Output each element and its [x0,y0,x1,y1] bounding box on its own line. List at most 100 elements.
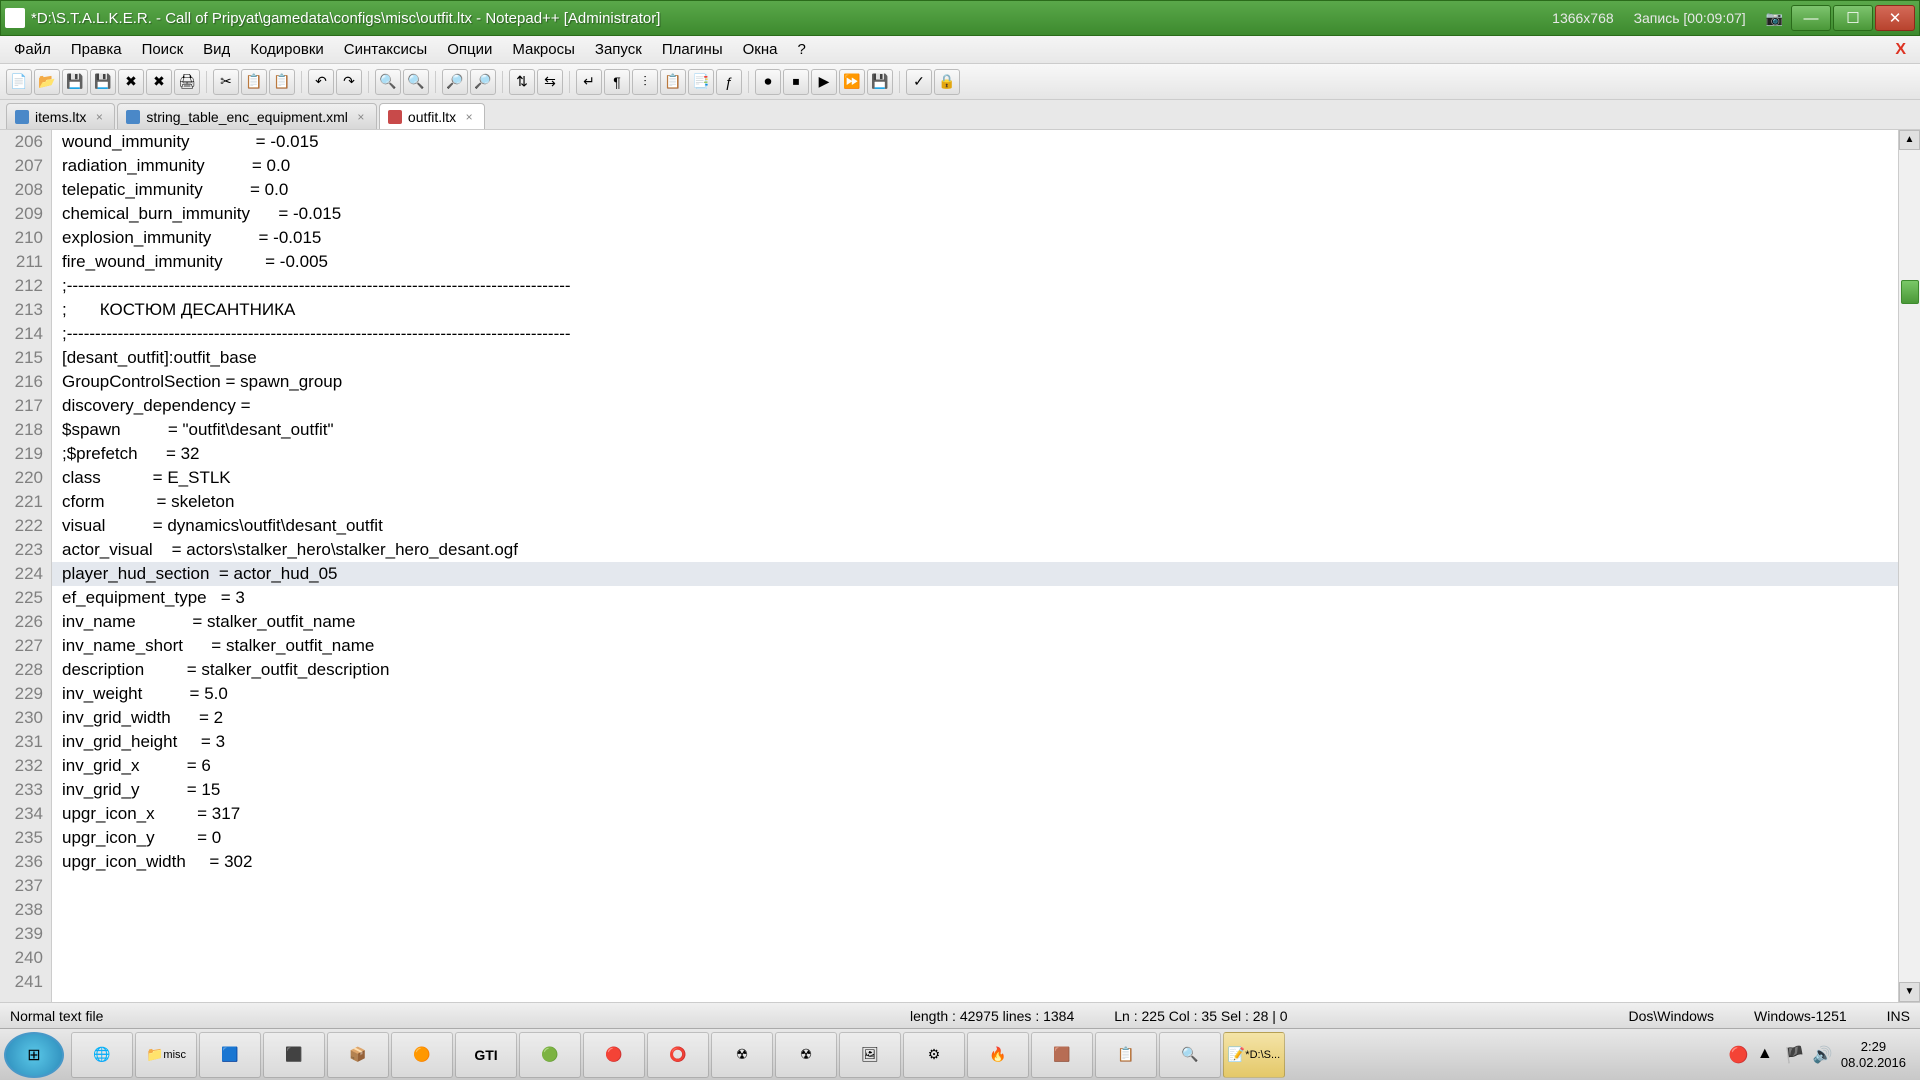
funclist-button[interactable]: ƒ [716,69,742,95]
taskbar-app6[interactable]: 📋 [1095,1032,1157,1078]
new-file-button[interactable]: 📄 [6,69,32,95]
code-line[interactable]: ef_equipment_type = 3 [52,586,1898,610]
tab-close-icon[interactable]: × [92,110,106,124]
menu-encoding[interactable]: Кодировки [240,37,333,62]
tab-items[interactable]: items.ltx × [6,103,115,129]
paste-button[interactable]: 📋 [269,69,295,95]
start-button[interactable]: ⊞ [4,1032,64,1078]
open-file-button[interactable]: 📂 [34,69,60,95]
cut-button[interactable]: ✂ [213,69,239,95]
code-line[interactable]: chemical_burn_immunity = -0.015 [52,202,1898,226]
code-line[interactable]: ;$prefetch = 32 [52,442,1898,466]
taskbar-skype[interactable]: 🟦 [199,1032,261,1078]
taskbar-radiation[interactable]: ☢ [711,1032,773,1078]
code-line[interactable]: inv_name_short = stalker_outfit_name [52,634,1898,658]
docmap-button[interactable]: 📑 [688,69,714,95]
taskbar-explorer[interactable]: 📁misc [135,1032,197,1078]
code-line[interactable]: telepatic_immunity = 0.0 [52,178,1898,202]
code-line[interactable]: ; КОСТЮМ ДЕСАНТНИКА [52,298,1898,322]
show-all-chars-button[interactable]: ¶ [604,69,630,95]
minimize-button[interactable]: — [1791,5,1831,31]
code-line[interactable]: inv_weight = 5.0 [52,682,1898,706]
tab-outfit[interactable]: outfit.ltx × [379,103,485,129]
code-line[interactable]: GroupControlSection = spawn_group [52,370,1898,394]
menu-syntax[interactable]: Синтаксисы [334,37,437,62]
print-button[interactable]: 🖨 [174,69,200,95]
menu-plugins[interactable]: Плагины [652,37,733,62]
userdeflang-button[interactable]: 📋 [660,69,686,95]
maximize-button[interactable]: ☐ [1833,5,1873,31]
zoom-in-button[interactable]: 🔎 [442,69,468,95]
code-line[interactable]: discovery_dependency = [52,394,1898,418]
macro-play-button[interactable]: ▶ [811,69,837,95]
code-line[interactable]: actor_visual = actors\stalker_hero\stalk… [52,538,1898,562]
spellcheck-next-button[interactable]: 🔒 [934,69,960,95]
code-line[interactable]: wound_immunity = -0.015 [52,130,1898,154]
scroll-thumb[interactable] [1901,280,1919,304]
wordwrap-button[interactable]: ↵ [576,69,602,95]
sync-v-button[interactable]: ⇅ [509,69,535,95]
code-line[interactable]: inv_name = stalker_outfit_name [52,610,1898,634]
menu-close-x[interactable]: X [1885,37,1916,63]
tab-close-icon[interactable]: × [354,110,368,124]
menu-search[interactable]: Поиск [132,37,194,62]
menu-macros[interactable]: Макросы [502,37,585,62]
indent-guide-button[interactable]: ⫶ [632,69,658,95]
tray-record-icon[interactable]: 🔴 [1729,1045,1749,1065]
taskbar-blender[interactable]: 🟠 [391,1032,453,1078]
taskbar-app5[interactable]: 🔥 [967,1032,1029,1078]
code-line[interactable]: description = stalker_outfit_description [52,658,1898,682]
code-line[interactable]: upgr_icon_y = 0 [52,826,1898,850]
taskbar-ie[interactable]: 🌐 [71,1032,133,1078]
code-line[interactable]: explosion_immunity = -0.015 [52,226,1898,250]
taskbar-app1[interactable]: ⬛ [263,1032,325,1078]
tray-show-hidden-icon[interactable]: ▲ [1757,1045,1777,1065]
menu-windows[interactable]: Окна [733,37,788,62]
code-line[interactable]: ;---------------------------------------… [52,274,1898,298]
redo-button[interactable]: ↷ [336,69,362,95]
code-line[interactable]: inv_grid_y = 15 [52,778,1898,802]
menu-edit[interactable]: Правка [61,37,132,62]
taskbar-notepadpp[interactable]: 📝*D:\S... [1223,1032,1285,1078]
menu-view[interactable]: Вид [193,37,240,62]
find-button[interactable]: 🔍 [375,69,401,95]
code-line[interactable]: [desant_outfit]:outfit_base [52,346,1898,370]
taskbar-gti[interactable]: GTI [455,1032,517,1078]
taskbar-opera[interactable]: 🔴 [583,1032,645,1078]
code-line[interactable]: class = E_STLK [52,466,1898,490]
tray-flag-icon[interactable]: 🏴 [1785,1045,1805,1065]
save-all-button[interactable]: 💾 [90,69,116,95]
tray-clock[interactable]: 2:29 08.02.2016 [1841,1039,1906,1071]
taskbar-record[interactable]: ⭕ [647,1032,709,1078]
taskbar-images[interactable]: 🖼 [839,1032,901,1078]
zoom-out-button[interactable]: 🔎 [470,69,496,95]
code-line[interactable]: upgr_icon_x = 317 [52,802,1898,826]
tray-volume-icon[interactable]: 🔊 [1813,1045,1833,1065]
taskbar-app2[interactable]: 📦 [327,1032,389,1078]
code-line[interactable]: upgr_icon_width = 302 [52,850,1898,874]
close-all-button[interactable]: ✖ [146,69,172,95]
undo-button[interactable]: ↶ [308,69,334,95]
macro-save-button[interactable]: 💾 [867,69,893,95]
taskbar-app7[interactable]: 🔍 [1159,1032,1221,1078]
scroll-up-arrow[interactable]: ▲ [1899,130,1920,150]
code-line[interactable]: fire_wound_immunity = -0.005 [52,250,1898,274]
close-file-button[interactable]: ✖ [118,69,144,95]
copy-button[interactable]: 📋 [241,69,267,95]
replace-button[interactable]: 🔍 [403,69,429,95]
code-line[interactable]: radiation_immunity = 0.0 [52,154,1898,178]
tab-close-icon[interactable]: × [462,110,476,124]
macro-stop-button[interactable]: ⏹ [783,69,809,95]
menu-help[interactable]: ? [787,37,815,62]
tab-string-table[interactable]: string_table_enc_equipment.xml × [117,103,377,129]
code-line[interactable]: player_hud_section = actor_hud_05 [52,562,1898,586]
save-button[interactable]: 💾 [62,69,88,95]
code-line[interactable]: ;---------------------------------------… [52,322,1898,346]
code-line[interactable]: visual = dynamics\outfit\desant_outfit [52,514,1898,538]
taskbar-minecraft[interactable]: 🟫 [1031,1032,1093,1078]
macro-record-button[interactable]: ⏺ [755,69,781,95]
menu-options[interactable]: Опции [437,37,502,62]
code-line[interactable]: cform = skeleton [52,490,1898,514]
menu-run[interactable]: Запуск [585,37,652,62]
spellcheck-button[interactable]: ✓ [906,69,932,95]
